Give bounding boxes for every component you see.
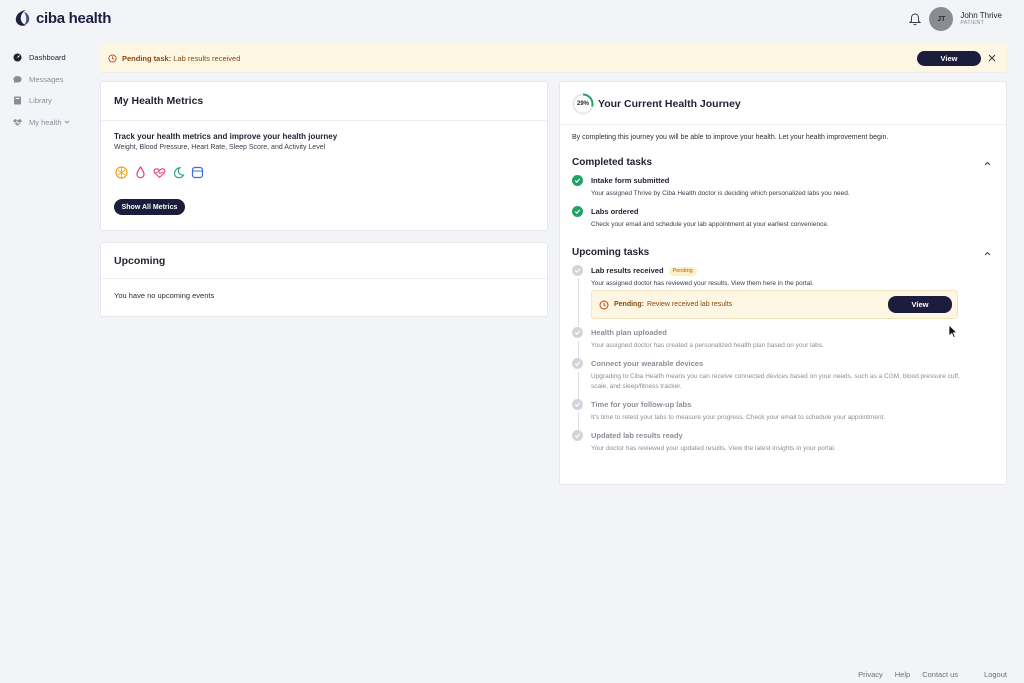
footer-link-contact[interactable]: Contact us <box>922 670 958 679</box>
heart-rate-icon[interactable] <box>153 166 166 179</box>
task-title: Labs ordered <box>591 207 639 216</box>
metrics-subheading: Weight, Blood Pressure, Heart Rate, Slee… <box>114 144 326 151</box>
divider <box>101 278 547 279</box>
pending-task-banner: Pending task: Lab results received View <box>100 44 1007 72</box>
task-title: Connect your wearable devices <box>591 359 704 368</box>
banner-label: Pending task: <box>122 53 172 63</box>
task-title: Health plan uploaded <box>591 328 667 337</box>
pending-review-box: Pending: Review received lab results View <box>591 290 958 319</box>
pending-text: Pending: Review received lab results <box>614 301 732 308</box>
check-icon <box>572 358 583 369</box>
sidebar-item-dashboard[interactable]: Dashboard <box>13 47 93 69</box>
task-desc: Check your email and schedule your lab a… <box>591 221 829 228</box>
task-desc: Your doctor has reviewed your updated re… <box>591 445 836 452</box>
banner-task: Lab results received <box>173 53 241 63</box>
sidebar-item-library[interactable]: Library <box>13 90 93 112</box>
chevron-up-icon[interactable] <box>983 159 992 168</box>
footer: Privacy Help Contact us Logout <box>858 670 1007 679</box>
clock-icon <box>599 300 609 310</box>
mouse-cursor-icon <box>948 324 958 339</box>
task-desc: Your assigned doctor has reviewed your r… <box>591 280 814 287</box>
user-role: PATIENT <box>960 20 985 27</box>
heart-pulse-icon <box>13 118 22 127</box>
timeline-line <box>577 372 579 399</box>
health-metrics-card: My Health Metrics Track your health metr… <box>100 81 548 231</box>
bell-icon[interactable] <box>907 11 923 27</box>
check-icon <box>572 399 583 410</box>
completed-tasks-title: Completed tasks <box>572 157 653 168</box>
footer-link-help[interactable]: Help <box>895 670 910 679</box>
task-title: Updated lab results ready <box>591 431 683 440</box>
task-title: Lab results received Pending <box>591 266 697 276</box>
upcoming-card: Upcoming You have no upcoming events <box>100 242 548 317</box>
journey-intro: By completing this journey you will be a… <box>572 134 889 141</box>
metrics-heading: Track your health metrics and improve yo… <box>114 132 338 141</box>
divider <box>101 120 547 121</box>
banner-view-button[interactable]: View <box>917 51 981 66</box>
sidebar-item-my-health[interactable]: My health <box>13 112 93 134</box>
sidebar-item-label: Messages <box>29 74 64 84</box>
sidebar-item-messages[interactable]: Messages <box>13 69 93 91</box>
sleep-moon-icon[interactable] <box>172 166 185 179</box>
logout-link[interactable]: Logout <box>984 670 1007 679</box>
health-journey-card: 29% Your Current Health Journey By compl… <box>559 81 1007 485</box>
check-icon <box>572 175 583 186</box>
task-title: Time for your follow-up labs <box>591 400 692 409</box>
chevron-up-icon[interactable] <box>983 249 992 258</box>
sidebar-item-label: Dashboard <box>29 53 66 63</box>
user-menu: JT John Thrive PATIENT <box>907 7 1002 31</box>
timeline-line <box>577 341 579 358</box>
book-icon <box>13 96 22 105</box>
show-all-metrics-button[interactable]: Show All Metrics <box>114 199 185 215</box>
blood-drop-icon[interactable] <box>134 166 147 179</box>
sidebar-item-label: My health <box>29 117 62 127</box>
clock-icon <box>108 53 117 63</box>
chevron-down-icon <box>64 120 69 124</box>
check-icon <box>572 206 583 217</box>
divider <box>560 124 1006 125</box>
check-icon <box>572 430 583 441</box>
user-name: John Thrive <box>960 11 1002 21</box>
progress-percent: 29% <box>576 101 589 107</box>
brand-logo[interactable]: ciba health <box>13 8 111 28</box>
task-desc: Your assigned doctor has created a perso… <box>591 342 824 349</box>
sidebar-nav: Dashboard Messages Library My health <box>13 47 93 133</box>
activity-icon[interactable] <box>191 166 204 179</box>
pending-label: Pending: <box>614 301 644 308</box>
task-title-text: Lab results received <box>591 266 664 275</box>
banner-text: Pending task: Lab results received <box>122 54 240 63</box>
task-desc: It's time to retest your labs to measure… <box>591 414 886 421</box>
task-title: Intake form submitted <box>591 176 670 185</box>
review-view-button[interactable]: View <box>888 296 952 313</box>
upcoming-tasks-title: Upcoming tasks <box>572 247 650 258</box>
close-icon[interactable] <box>986 52 998 64</box>
check-icon <box>572 327 583 338</box>
brand-name: ciba health <box>36 9 112 27</box>
footer-link-privacy[interactable]: Privacy <box>858 670 883 679</box>
dashboard-icon <box>13 53 22 62</box>
weight-icon[interactable] <box>115 166 128 179</box>
timeline-line <box>577 278 579 326</box>
empty-state-text: You have no upcoming events <box>114 291 215 300</box>
metric-icons <box>115 166 204 179</box>
card-title: My Health Metrics <box>114 95 204 107</box>
check-icon <box>572 265 583 276</box>
pending-task: Review received lab results <box>646 301 733 308</box>
status-badge: Pending <box>668 266 697 276</box>
card-title: Your Current Health Journey <box>598 98 741 110</box>
user-info[interactable]: John Thrive PATIENT <box>960 11 1002 27</box>
timeline-line <box>577 412 579 430</box>
task-desc: Your assigned Thrive by Ciba Health doct… <box>591 190 850 197</box>
card-title: Upcoming <box>114 255 166 267</box>
avatar[interactable]: JT <box>929 7 954 31</box>
sidebar-item-label: Library <box>29 96 52 106</box>
ciba-logo-icon <box>15 10 30 26</box>
chat-bubble-icon <box>13 75 22 84</box>
task-desc: Upgrading to Ciba Health means you can r… <box>591 373 960 390</box>
